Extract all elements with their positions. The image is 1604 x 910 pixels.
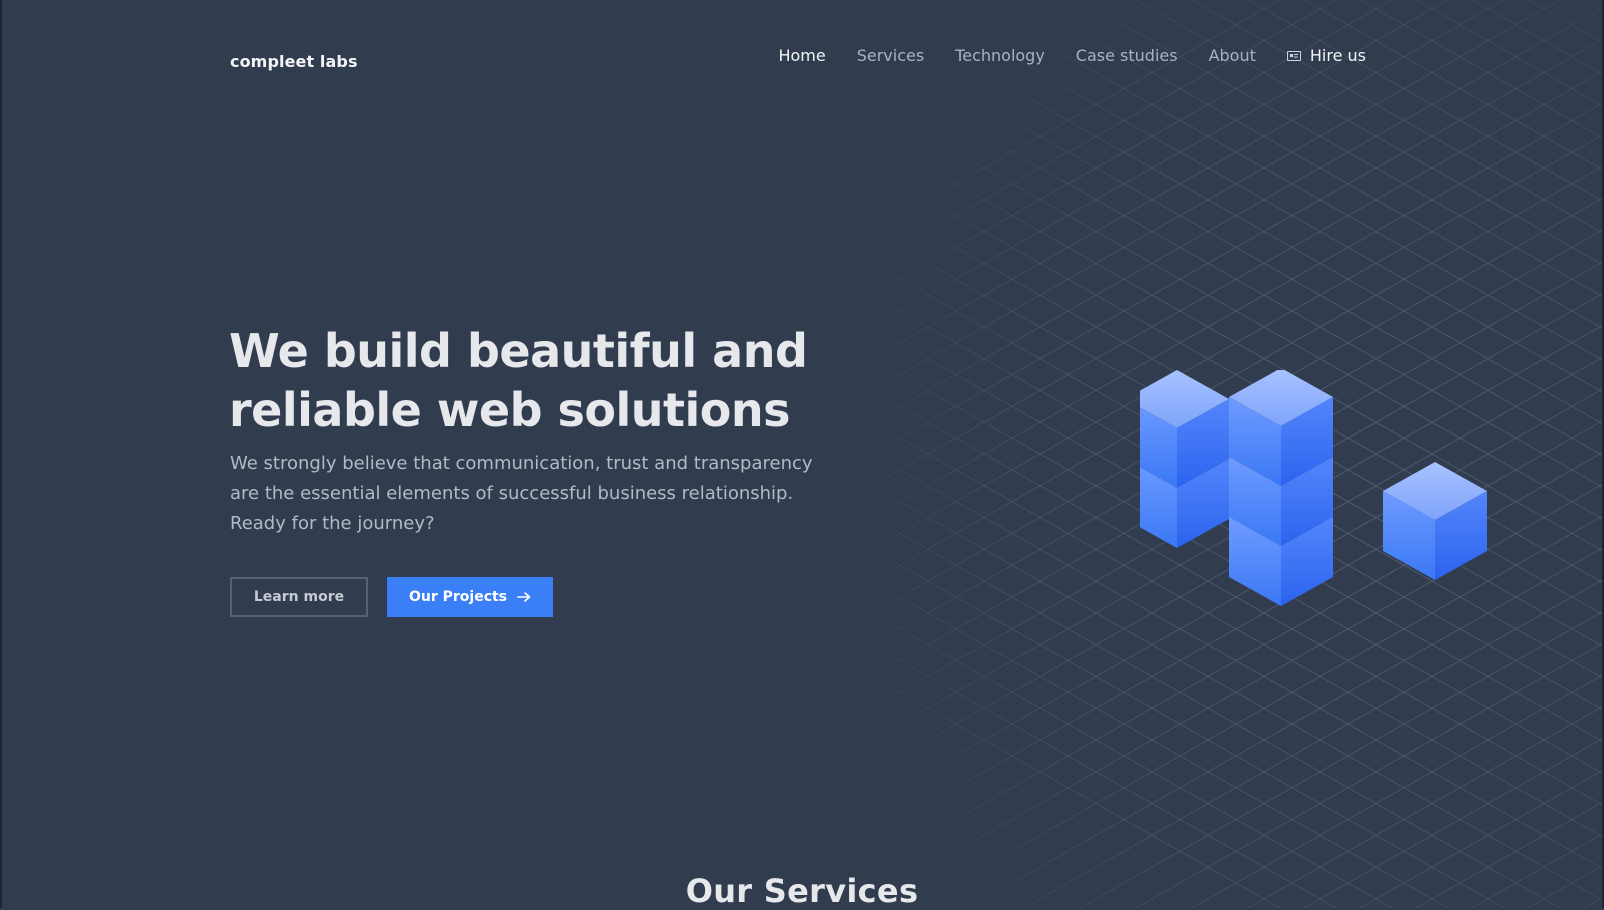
nav-item-services[interactable]: Services bbox=[857, 46, 924, 65]
learn-more-button[interactable]: Learn more bbox=[230, 577, 368, 617]
nav-item-about[interactable]: About bbox=[1209, 46, 1256, 65]
hero-title: We build beautiful and reliable web solu… bbox=[229, 322, 869, 440]
hero-subtitle: We strongly believe that communication, … bbox=[230, 449, 850, 539]
services-section-title: Our Services bbox=[685, 872, 919, 910]
isometric-cubes-illustration bbox=[1140, 370, 1487, 606]
hero-subtitle-line-2: are the essential elements of successful… bbox=[230, 483, 794, 504]
nav-item-home[interactable]: Home bbox=[778, 46, 825, 65]
cube-right bbox=[1383, 462, 1487, 580]
our-projects-label: Our Projects bbox=[408, 589, 508, 605]
window-edge-left bbox=[0, 0, 2, 908]
hero-subtitle-line-1: We strongly believe that communication, … bbox=[230, 453, 813, 474]
learn-more-label: Learn more bbox=[253, 589, 345, 605]
arrow-right-icon bbox=[517, 592, 531, 602]
our-projects-button[interactable]: Our Projects bbox=[387, 577, 553, 617]
hero-subtitle-line-3: Ready for the journey? bbox=[230, 513, 435, 534]
hire-us-label: Hire us bbox=[1309, 46, 1366, 65]
brand-logo[interactable]: compleet labs bbox=[230, 52, 358, 71]
nav-item-hire-us[interactable]: Hire us bbox=[1286, 46, 1366, 65]
hero-title-line-2: reliable web solutions bbox=[229, 383, 791, 437]
id-card-icon bbox=[1286, 50, 1301, 61]
main-nav: Home Services Technology Case studies Ab… bbox=[778, 46, 1366, 65]
nav-item-case-studies[interactable]: Case studies bbox=[1076, 46, 1178, 65]
hero-title-line-1: We build beautiful and bbox=[229, 324, 808, 378]
nav-item-technology[interactable]: Technology bbox=[955, 46, 1045, 65]
